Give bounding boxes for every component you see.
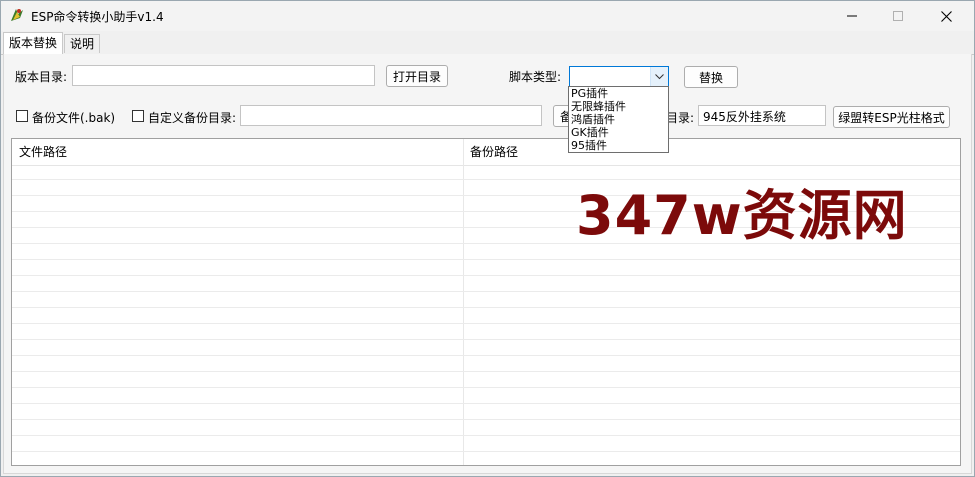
column-header-file-path[interactable]: 文件路径 [12,139,463,165]
close-icon [940,10,952,22]
app-logo-icon [11,9,23,21]
grid-line [12,371,960,372]
script-type-dropdown: PG插件 无限蜂插件 鸿盾插件 GK插件 95插件 [568,86,669,153]
dir-label: 目录: [666,111,695,125]
grid-line [12,307,960,308]
custom-backup-label: 自定义备份目录: [148,111,237,125]
grid-line [12,339,960,340]
grid-line [12,355,960,356]
replace-button[interactable]: 替换 [684,66,738,88]
option-hongdun-plugin[interactable]: 鸿盾插件 [569,113,668,126]
tab-version-replace[interactable]: 版本替换 [3,32,64,54]
version-dir-label: 版本目录: [15,70,68,84]
grid-line [12,275,960,276]
minimize-button[interactable] [829,1,875,31]
tab-instructions[interactable]: 说明 [64,34,101,53]
window-title: ESP命令转换小助手v1.4 [31,10,164,24]
grid-line [12,403,960,404]
version-dir-input[interactable] [72,65,375,86]
custom-backup-input[interactable] [240,105,542,126]
combo-dropdown-button[interactable] [650,67,668,86]
grid-line [12,179,960,180]
watermark-text: 347w资源网 [576,184,908,247]
grid-line [12,435,960,436]
backup-file-label: 备份文件(.bak) [32,111,116,125]
grid-line [12,451,960,452]
maximize-button[interactable] [875,1,921,31]
script-type-label: 脚本类型: [509,70,562,84]
table-header: 文件路径 备份路径 [12,139,960,166]
open-dir-button[interactable]: 打开目录 [386,65,448,87]
backup-file-checkbox[interactable] [16,110,28,122]
dir-input[interactable]: 945反外挂系统 [698,105,826,126]
grid-line [12,387,960,388]
grid-line [12,419,960,420]
option-95-plugin[interactable]: 95插件 [569,139,668,152]
option-wuxianfeng-plugin[interactable]: 无限蜂插件 [569,100,668,113]
grid-line [12,291,960,292]
option-gk-plugin[interactable]: GK插件 [569,126,668,139]
custom-backup-checkbox[interactable] [132,110,144,122]
close-button[interactable] [923,1,969,31]
grid-line [12,323,960,324]
grid-line [12,259,960,260]
tab-bar: 版本替换 说明 [1,32,974,55]
minimize-icon [847,15,857,17]
option-pg-plugin[interactable]: PG插件 [569,87,668,100]
convert-esp-button[interactable]: 绿盟转ESP光柱格式 [833,106,950,128]
column-divider [463,139,464,465]
maximize-icon [893,11,903,21]
script-type-select[interactable] [569,66,669,87]
title-bar[interactable]: ESP命令转换小助手v1.4 [1,1,974,31]
chevron-down-icon [655,73,664,79]
column-header-backup-path[interactable]: 备份路径 [463,139,960,165]
app-window: ESP命令转换小助手v1.4 版本替换 说明 版本目录: 打开目录 脚本类型: … [0,0,975,477]
